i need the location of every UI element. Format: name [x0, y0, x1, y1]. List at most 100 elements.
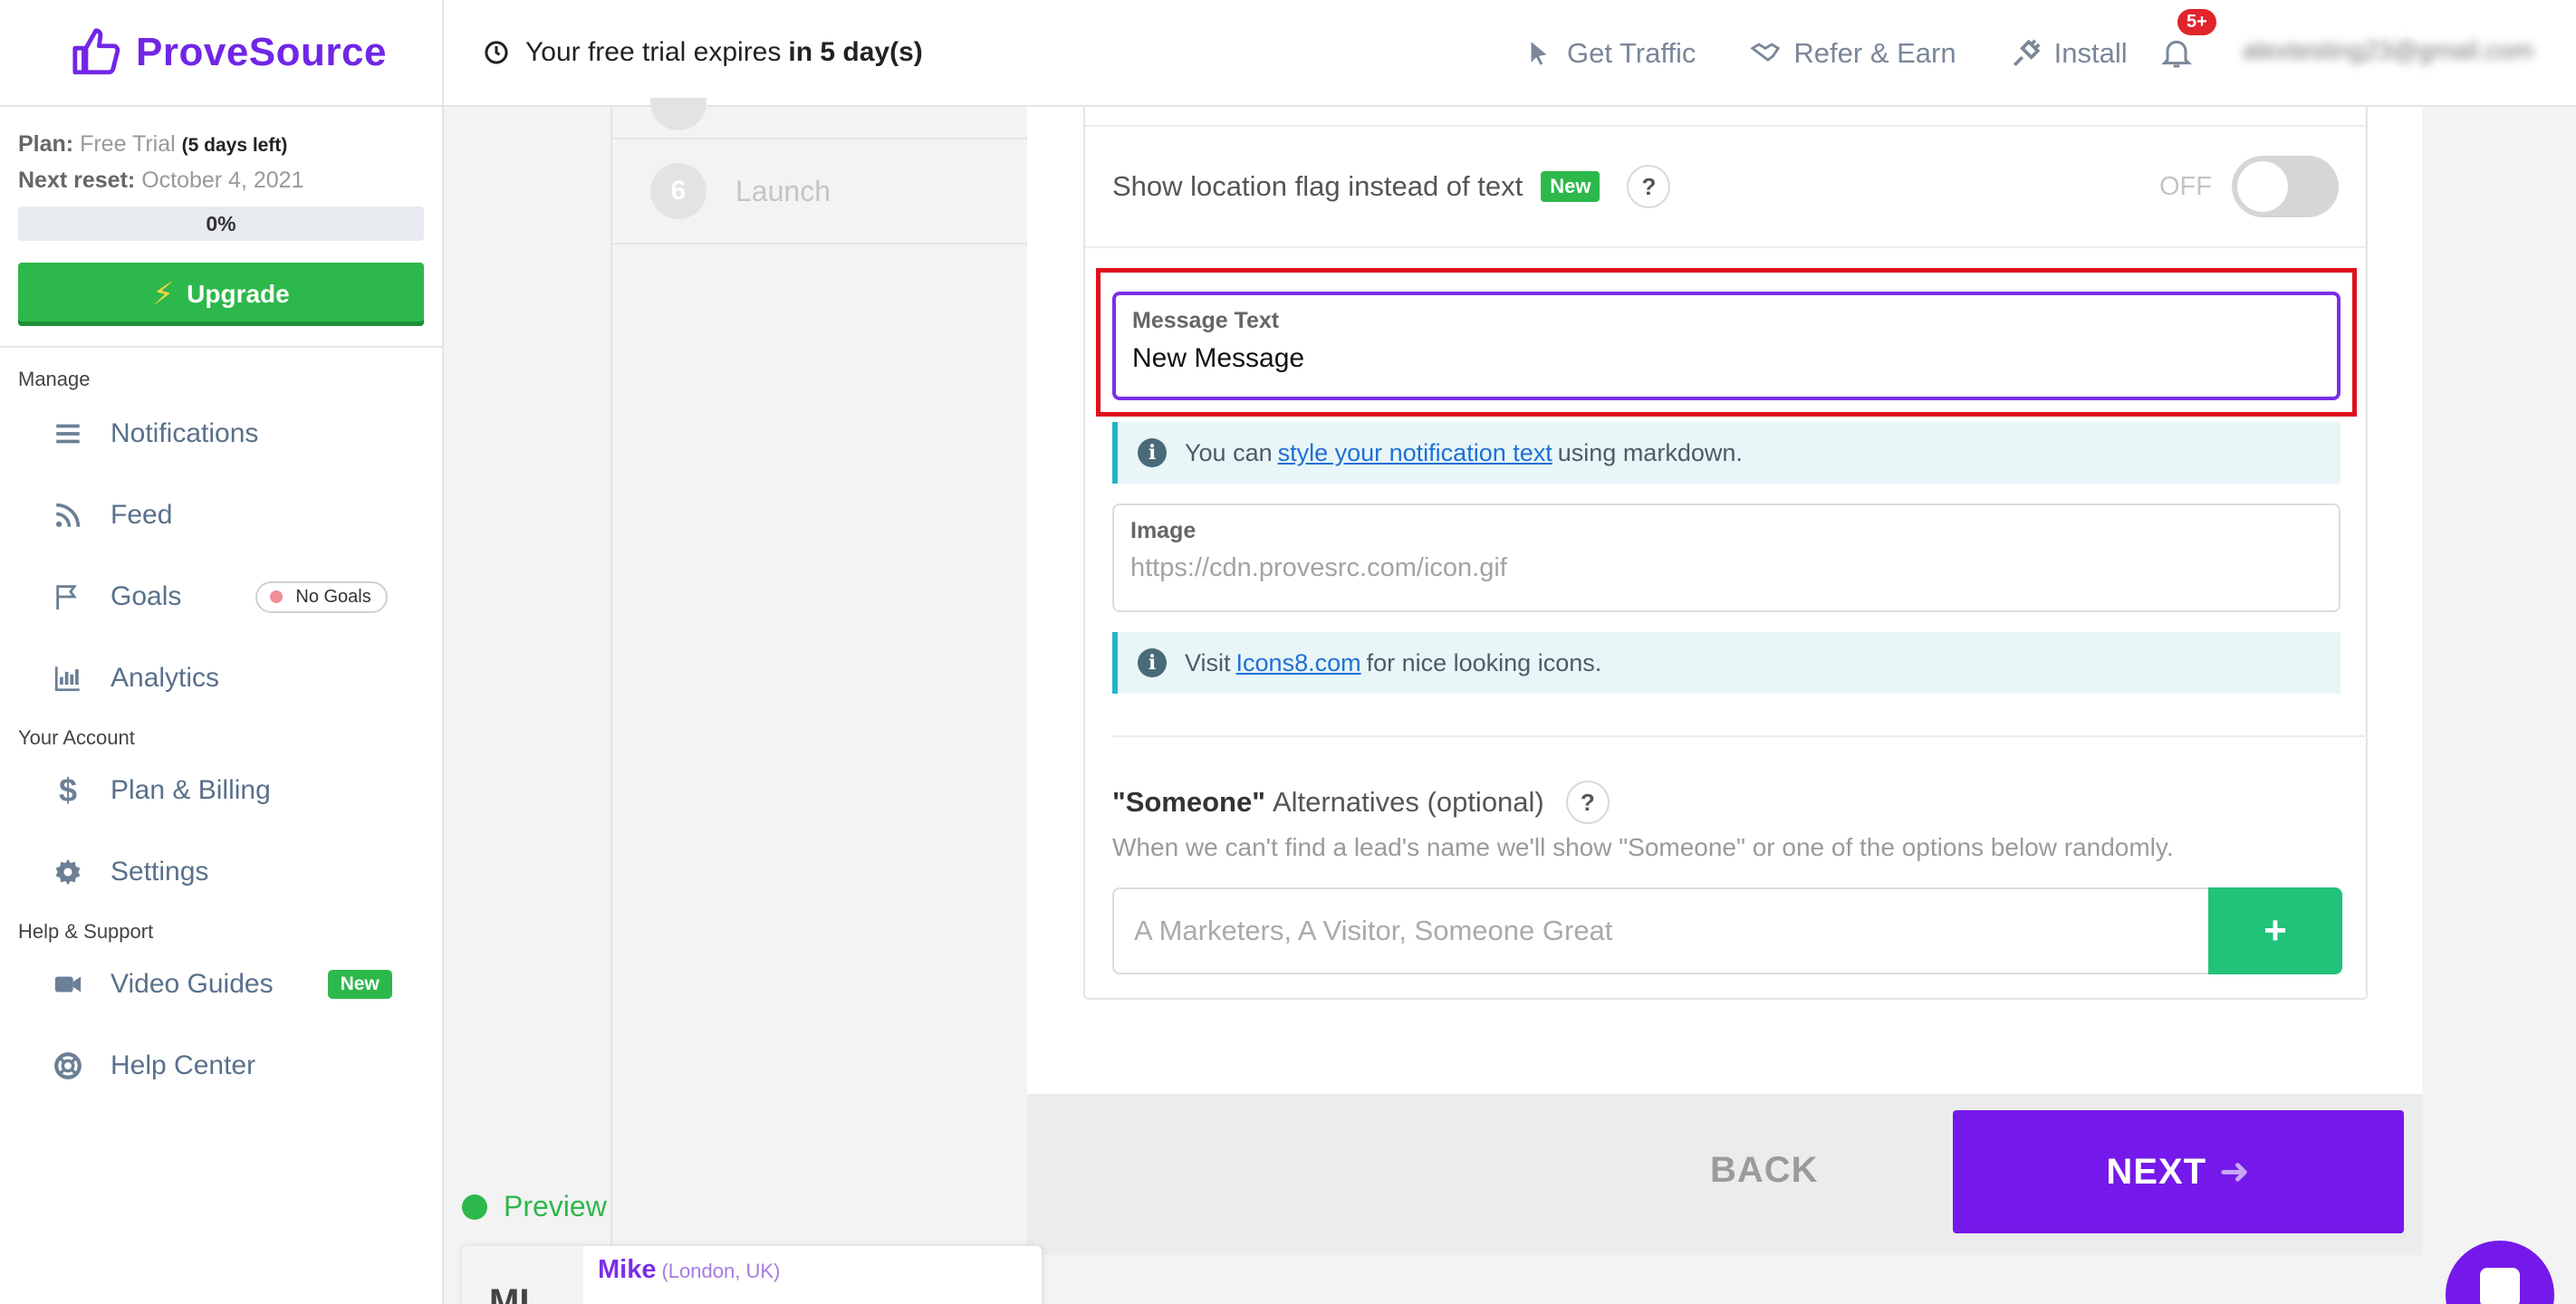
sidebar: ProveSource Plan: Free Trial (5 days lef…: [0, 0, 444, 1304]
location-flag-toggle-wrap: OFF: [2159, 156, 2339, 217]
section-help-support: Help & Support: [18, 920, 154, 943]
sidebar-item-help-center[interactable]: Help Center: [0, 1025, 442, 1107]
preview-location: (London, UK): [661, 1260, 781, 1282]
info-icon: i: [1138, 438, 1167, 467]
info-icon: i: [1138, 648, 1167, 677]
step-previous-edge: [612, 98, 1027, 139]
upgrade-button[interactable]: ⚡ Upgrade: [18, 263, 424, 326]
sidebar-item-notifications[interactable]: Notifications: [0, 393, 442, 475]
message-text-field[interactable]: Message Text New Message: [1112, 292, 2341, 400]
logo[interactable]: ProveSource: [0, 0, 442, 107]
gear-icon: [53, 857, 83, 887]
divider: [1112, 735, 2368, 737]
step-launch[interactable]: 6 Launch: [612, 139, 1027, 244]
icons8-link[interactable]: Icons8.com: [1236, 649, 1361, 677]
top-links: Get Traffic Refer & Earn Install: [1523, 0, 2182, 107]
sidebar-item-goals[interactable]: Goals No Goals: [0, 556, 442, 638]
refer-earn-link[interactable]: Refer & Earn: [1750, 37, 1956, 70]
install-label: Install: [2053, 37, 2128, 69]
image-input[interactable]: https://cdn.provesrc.com/icon.gif: [1130, 553, 2322, 583]
someone-alternatives-title: "Someone" Alternatives (optional) ?: [1112, 781, 1610, 824]
rss-icon: [53, 500, 83, 531]
thumbs-up-icon: [72, 28, 120, 75]
list-icon: [53, 418, 83, 449]
icons-info: i Visit Icons8.com for nice looking icon…: [1112, 632, 2341, 694]
no-goals-label: No Goals: [295, 586, 371, 607]
location-flag-toggle[interactable]: [2232, 156, 2339, 217]
get-traffic-link[interactable]: Get Traffic: [1523, 37, 1696, 70]
sidebar-divider: [0, 346, 442, 348]
preview-text: Preview: [504, 1190, 607, 1222]
trial-notice: Your free trial expires in 5 day(s): [484, 37, 923, 68]
bar-chart-icon: [53, 663, 83, 694]
new-badge: New: [327, 970, 392, 999]
sidebar-item-analytics[interactable]: Analytics: [0, 638, 442, 719]
sidebar-item-label: Help Center: [111, 1050, 256, 1080]
someone-bold: "Someone": [1112, 786, 1265, 818]
dollar-icon: $: [58, 772, 78, 809]
usage-progress: 0%: [18, 206, 424, 241]
info-text-pre: You can: [1185, 438, 1273, 466]
step-number: 6: [650, 163, 706, 219]
plan-row: Plan: Free Trial (5 days left): [18, 127, 424, 163]
arrow-right-icon: ➜: [2219, 1152, 2251, 1192]
user-email[interactable]: alextesting23@gmail.com: [2243, 36, 2533, 65]
sidebar-item-feed[interactable]: Feed: [0, 475, 442, 556]
preview-person: Mike: [598, 1255, 657, 1284]
toggle-state: OFF: [2159, 171, 2212, 201]
sidebar-item-label: Feed: [111, 500, 173, 530]
bell-icon[interactable]: [2158, 34, 2195, 71]
step-label: Launch: [735, 174, 831, 207]
help-icon[interactable]: ?: [1627, 165, 1671, 208]
install-link[interactable]: Install: [2011, 37, 2128, 70]
sidebar-item-label: Goals: [111, 581, 182, 611]
sidebar-item-settings[interactable]: Settings: [0, 831, 442, 913]
trial-days: in 5 day(s): [788, 37, 923, 67]
sidebar-item-plan-billing[interactable]: $ Plan & Billing: [0, 750, 442, 831]
plan-label: Plan:: [18, 131, 74, 157]
image-field[interactable]: Image https://cdn.provesrc.com/icon.gif: [1112, 503, 2341, 612]
plug-icon: [2013, 39, 2041, 67]
toggle-knob: [2237, 161, 2288, 212]
info-text-post: for nice looking icons.: [1366, 648, 1602, 676]
sidebar-item-label: Video Guides: [111, 969, 274, 999]
settings-card: Show location flag instead of text New ?…: [1083, 107, 2368, 1000]
info-text-pre: Visit: [1185, 648, 1231, 676]
next-button[interactable]: NEXT ➜: [1953, 1110, 2404, 1233]
lifebuoy-icon: [53, 1050, 83, 1081]
section-your-account: Your Account: [18, 726, 135, 749]
markdown-info: i You can style your notification text u…: [1112, 422, 2341, 484]
help-icon[interactable]: ?: [1565, 781, 1610, 824]
clock-icon: [485, 41, 508, 64]
plan-summary: Plan: Free Trial (5 days left) Next rese…: [0, 107, 442, 326]
new-badge: New: [1541, 171, 1600, 202]
alternatives-input[interactable]: A Marketers, A Visitor, Someone Great: [1112, 887, 2208, 974]
reset-label: Next reset:: [18, 168, 136, 193]
topbar: Your free trial expires in 5 day(s) Get …: [444, 0, 2576, 107]
info-text-post: using markdown.: [1557, 438, 1743, 466]
location-flag-row: Show location flag instead of text New ?…: [1085, 125, 2366, 248]
preview-name: Mike (London, UK): [598, 1255, 780, 1285]
add-alternative-button[interactable]: +: [2208, 887, 2342, 974]
steps-panel: 6 Launch: [610, 98, 1027, 1304]
cursor-icon: [1531, 42, 1547, 65]
sidebar-item-video-guides[interactable]: Video Guides New: [0, 944, 442, 1025]
sidebar-item-label: Analytics: [111, 663, 220, 693]
get-traffic-label: Get Traffic: [1567, 37, 1697, 69]
back-button[interactable]: BACK: [1710, 1150, 1819, 1191]
main-content: Show location flag instead of text New ?…: [1027, 107, 2422, 1094]
notification-count-badge: 5+: [2177, 9, 2216, 35]
brand-name: ProveSource: [136, 30, 387, 74]
notification-preview: ML Mike (London, UK): [462, 1246, 1042, 1304]
bolt-icon: ⚡: [152, 277, 175, 312]
image-label: Image: [1130, 518, 1197, 543]
message-text-input[interactable]: New Message: [1132, 343, 2321, 374]
message-text-label: Message Text: [1132, 308, 1280, 333]
refer-earn-label: Refer & Earn: [1793, 37, 1956, 69]
markdown-link[interactable]: style your notification text: [1278, 439, 1552, 467]
someone-rest: Alternatives (optional): [1272, 786, 1544, 818]
chat-launcher-button[interactable]: [2446, 1241, 2554, 1304]
status-dot: [462, 1194, 487, 1220]
reset-row: Next reset: October 4, 2021: [18, 163, 424, 197]
chat-icon: [2480, 1268, 2520, 1304]
